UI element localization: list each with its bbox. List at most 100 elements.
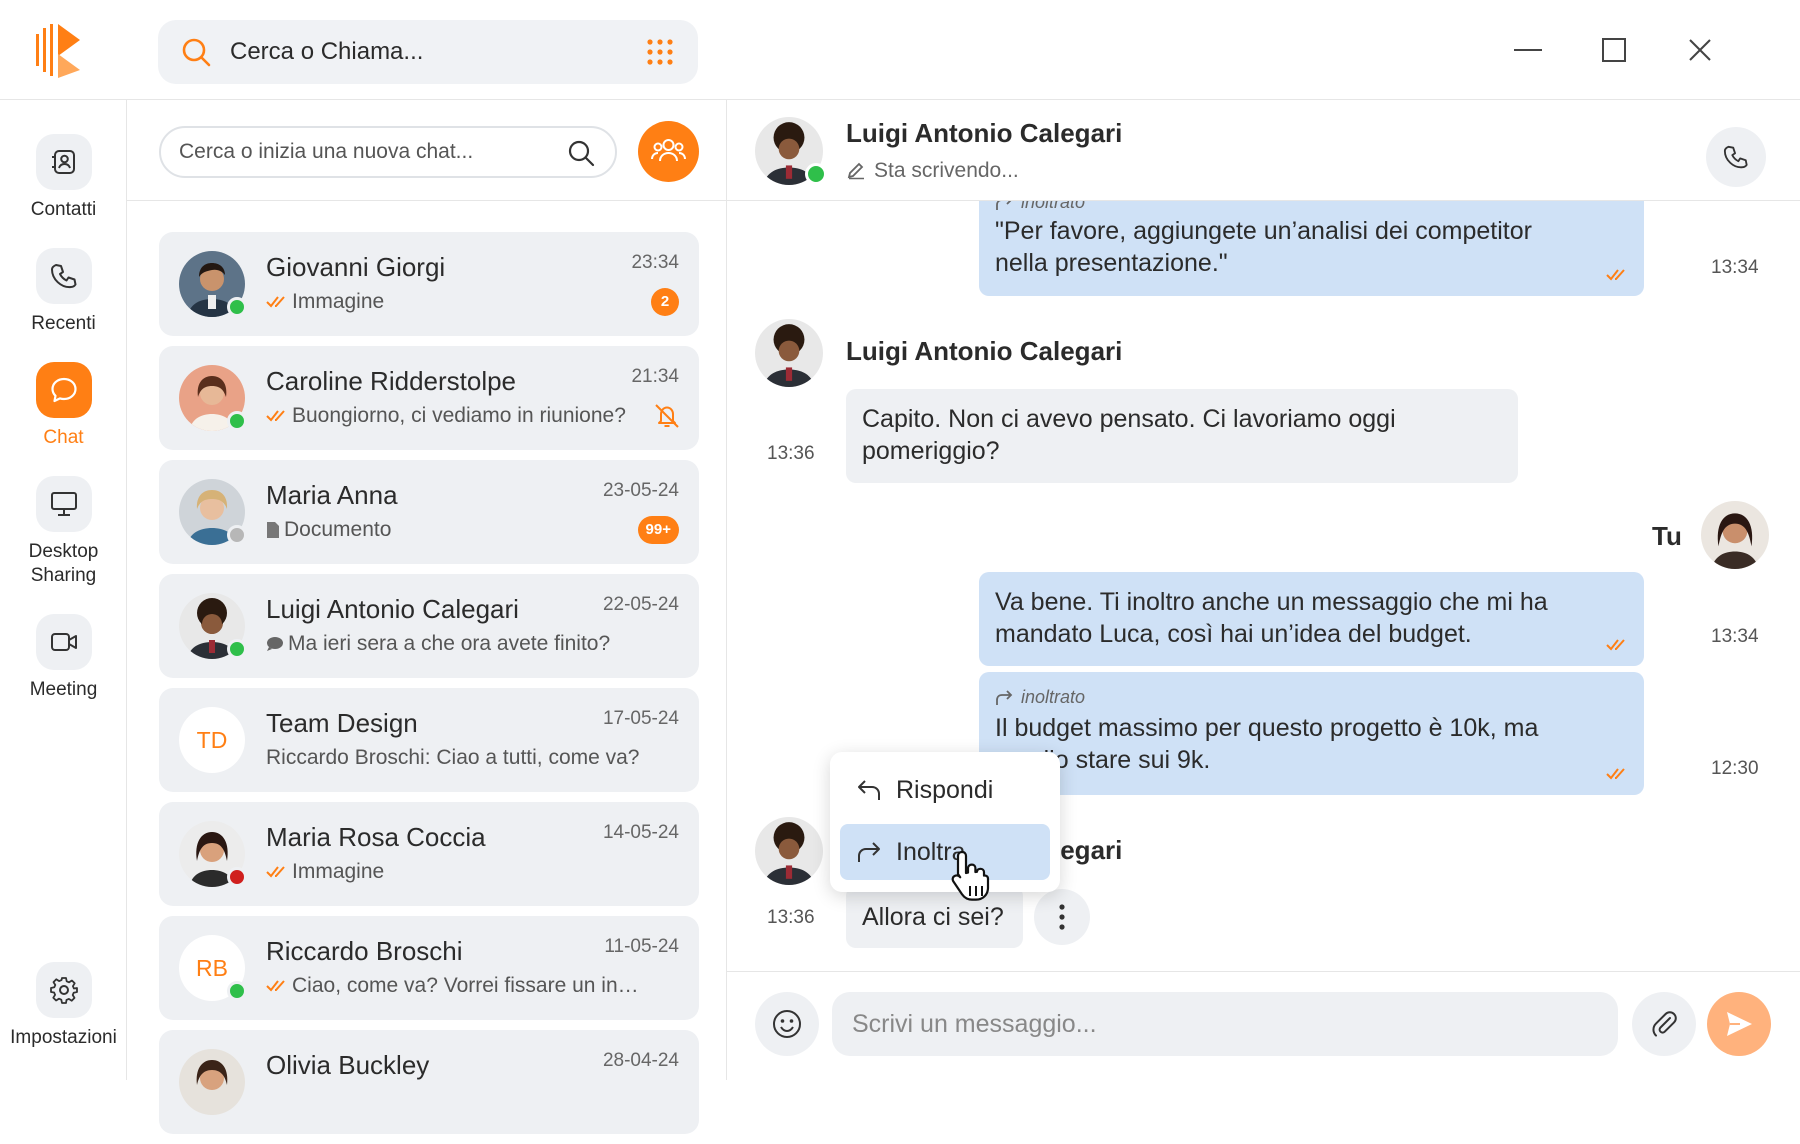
call-button[interactable] — [1706, 127, 1766, 187]
conversation-time: 17-05-24 — [602, 708, 679, 729]
conversation-preview: Riccardo Broschi: Ciao a tutti, come va? — [266, 746, 640, 769]
nav-item-recents[interactable]: Recenti — [0, 248, 127, 336]
chat-bubble-icon — [267, 637, 283, 652]
chat-bubble-icon — [50, 377, 77, 403]
conversation-name: Caroline Ridderstolpe — [266, 366, 517, 396]
forward-arrow-icon — [858, 842, 880, 862]
forward-arrow-icon — [996, 690, 1013, 705]
double-check-icon — [1606, 639, 1625, 651]
message-bubble-outgoing[interactable]: Va bene. Ti inoltro anche un messaggio c… — [979, 572, 1644, 666]
nav-label-contacts: Contatti — [30, 199, 97, 220]
conversation-name: Olivia Buckley — [266, 1050, 430, 1080]
conversation-item[interactable]: Olivia Buckley 28-04-24 — [159, 1030, 699, 1134]
conversation-item[interactable]: TD Team Design 17-05-24 Riccardo Broschi… — [159, 688, 699, 792]
forward-arrow-icon — [996, 201, 1012, 210]
conversation-time: 23:34 — [631, 252, 679, 273]
message-bubble-incoming[interactable]: Capito. Non ci avevo pensato. Ci lavoria… — [846, 389, 1518, 483]
muted-bell-icon — [655, 404, 679, 428]
navigation-rail: Contatti Recenti Chat Desktop Sharing Me… — [0, 100, 127, 1080]
emoji-button[interactable] — [755, 992, 819, 1056]
message-sender: Tu — [1652, 521, 1682, 551]
conversation-name: Maria Rosa Coccia — [266, 822, 486, 852]
message-text: "Per favore, aggiungete un’analisi dei c… — [995, 217, 1532, 277]
nav-label-meeting: Meeting — [29, 679, 98, 700]
minimize-icon[interactable] — [1506, 28, 1550, 72]
document-icon — [267, 522, 279, 539]
nav-item-meeting[interactable]: Meeting — [0, 614, 127, 702]
paperclip-icon — [1652, 1011, 1677, 1037]
phone-icon — [50, 264, 76, 289]
message-bubble-incoming[interactable]: Allora ci sei? — [846, 886, 1023, 948]
conversation-preview: Documento — [266, 518, 641, 542]
chat-list-panel: Cerca o inizia una nuova chat... Giovann… — [127, 100, 727, 1134]
conversation-time: 21:34 — [631, 366, 679, 387]
message-bubble-outgoing[interactable]: inoltrato Il budget massimo per questo p… — [979, 672, 1644, 795]
hand-pointer-cursor-icon — [951, 850, 990, 901]
double-check-icon — [266, 866, 285, 878]
message-time: 13:36 — [767, 443, 815, 464]
menu-item-reply[interactable]: Rispondi — [840, 762, 1050, 818]
message-text: Va bene. Ti inoltro anche un messaggio c… — [995, 588, 1548, 648]
conversation-item[interactable]: Caroline Ridderstolpe 21:34 Buongiorno, … — [159, 346, 699, 450]
close-icon[interactable] — [1678, 28, 1722, 72]
message-text: Capito. Non ci avevo pensato. Ci lavoria… — [862, 405, 1396, 465]
conversation-item[interactable]: Giovanni Giorgi 23:34 Immagine 2 — [159, 232, 699, 336]
avatar — [179, 1049, 245, 1115]
conversation-time: 22-05-24 — [602, 594, 679, 615]
search-icon — [182, 38, 211, 67]
double-check-icon — [266, 410, 285, 422]
conversation-item[interactable]: Luigi Antonio Calegari 22-05-24 Ma ieri … — [159, 574, 699, 678]
send-button[interactable] — [1707, 992, 1771, 1056]
unread-badge: 2 — [651, 288, 679, 316]
nav-item-contacts[interactable]: Contatti — [0, 134, 127, 222]
conversation-item[interactable]: Maria Anna 23-05-24 Documento 99+ — [159, 460, 699, 564]
chat-search-input[interactable]: Cerca o inizia una nuova chat... — [159, 126, 617, 178]
conversation-preview: Buongiorno, ci vediamo in riunione? — [266, 404, 641, 428]
conversation-time: 11-05-24 — [604, 936, 679, 957]
message-text: Il budget massimo per questo progetto è … — [995, 714, 1539, 774]
menu-item-forward[interactable]: Inoltra — [840, 824, 1050, 880]
attach-button[interactable] — [1632, 992, 1696, 1056]
message-time: 13:36 — [767, 907, 815, 928]
maximize-icon[interactable] — [1592, 28, 1636, 72]
presence-online-dot — [227, 639, 247, 659]
contact-name[interactable]: Luigi Antonio Calegari — [846, 118, 1122, 149]
chat-header: Luigi Antonio Calegari Sta scrivendo... — [727, 100, 1800, 201]
global-search-bar[interactable]: Cerca o Chiama... — [158, 20, 698, 84]
nav-label-desktop-sharing: Desktop Sharing — [28, 541, 99, 586]
nav-item-chat[interactable]: Chat — [0, 362, 127, 450]
reply-icon — [858, 780, 880, 800]
message-time: 13:34 — [1711, 626, 1759, 647]
conversation-item[interactable]: RB Riccardo Broschi 11-05-24 Ciao, come … — [159, 916, 699, 1020]
my-avatar — [1701, 501, 1769, 569]
pencil-icon — [847, 162, 864, 180]
nav-item-desktop-sharing[interactable]: Desktop Sharing — [0, 476, 127, 588]
send-icon — [1727, 1012, 1752, 1036]
presence-online-dot — [227, 297, 247, 317]
unread-badge: 99+ — [637, 516, 679, 544]
nav-label-chat: Chat — [43, 427, 84, 448]
conversation-name: Giovanni Giorgi — [266, 252, 446, 282]
message-bubble-outgoing[interactable]: inoltrato "Per favore, aggiungete un’ana… — [979, 201, 1644, 296]
search-icon — [568, 140, 595, 167]
new-group-button[interactable] — [638, 121, 699, 182]
dialpad-icon[interactable] — [646, 38, 674, 66]
conversation-item[interactable]: Maria Rosa Coccia 14-05-24 Immagine — [159, 802, 699, 906]
conversation-preview: Immagine — [266, 860, 641, 884]
message-composer: Scrivi un messaggio... — [727, 971, 1800, 1080]
message-input[interactable]: Scrivi un messaggio... — [832, 992, 1618, 1056]
app-logo — [36, 24, 80, 78]
conversation-time: 14-05-24 — [602, 822, 679, 843]
gear-icon — [49, 977, 78, 1004]
conversation-name: Maria Anna — [266, 480, 398, 510]
message-sender: Luigi Antonio Calegari — [846, 336, 1123, 366]
message-time: 12:30 — [1711, 758, 1759, 779]
conversation-name: Riccardo Broschi — [266, 936, 463, 966]
avatar-initials: TD — [179, 707, 245, 773]
global-search-placeholder: Cerca o Chiama... — [230, 38, 424, 65]
conversation-time: 28-04-24 — [602, 1050, 679, 1071]
chat-search-placeholder: Cerca o inizia una nuova chat... — [179, 140, 474, 163]
message-time: 13:34 — [1711, 257, 1759, 278]
message-more-button[interactable] — [1034, 889, 1090, 945]
nav-item-settings[interactable]: Impostazioni — [0, 962, 127, 1050]
